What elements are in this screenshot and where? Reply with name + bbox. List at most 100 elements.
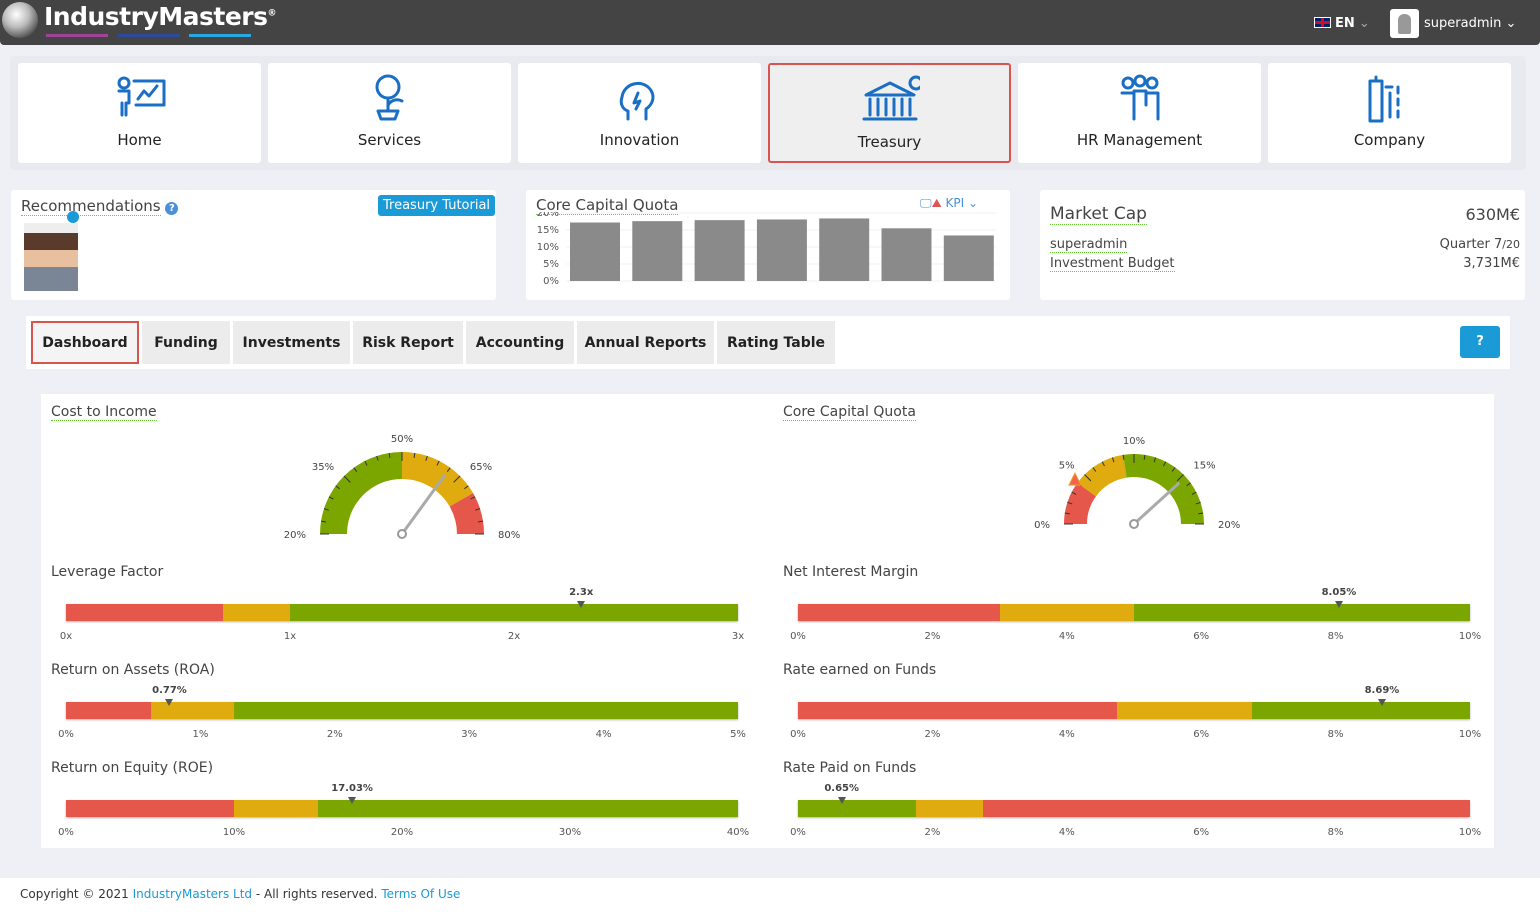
y-tick-label: 10% [537,242,559,253]
quarter: Quarter 7 [1439,237,1503,252]
tick-label: 6% [1193,827,1210,838]
user-menu[interactable]: superadmin ⌄ [1424,16,1516,31]
gauge-tick-label: 0% [1034,520,1050,531]
market-card: Market Cap 630M€ superadmin Quarter 7/20… [1040,190,1525,300]
footer: Copyright © 2021 IndustryMasters Ltd - A… [0,878,1540,912]
linear-gauge [798,702,1470,719]
metric-title: Return on Assets (ROA) [51,662,215,678]
logo[interactable]: IndustryMasters® [44,2,276,31]
y-tick-label: 5% [543,259,559,270]
linear-gauge [798,800,1470,817]
chevron-down-icon: ⌄ [1358,16,1370,31]
tab-annual-reports[interactable]: Annual Reports [577,321,714,364]
tick-label: 10% [222,827,246,838]
gauge: 0% 5% 10% 15% 20% [1034,436,1240,531]
nav-tile-label: Company [1353,131,1426,149]
advisor-portrait[interactable] [24,223,78,291]
nav-tile-innovation[interactable]: Innovation [518,63,761,163]
tab-funding[interactable]: Funding [142,321,230,364]
rights-text: - All rights reserved. [252,887,382,901]
monitor-icon: 🖵 [920,196,932,210]
value-marker [577,601,586,608]
nav-tile-hr-management[interactable]: HR Management [1018,63,1261,163]
avatar[interactable] [1390,9,1419,38]
value-label: 8.05% [1321,587,1357,598]
kpi-selector[interactable]: 🖵⛰ KPI ⌄ [920,196,978,211]
chart-icon: ⛰ [931,196,942,210]
recommendations-card: Recommendations ? Treasury Tutorial [11,190,496,300]
band-green [1251,702,1470,719]
tab-accounting[interactable]: Accounting [466,321,574,364]
logo-bar [118,34,180,37]
kpi-bar[interactable] [694,220,745,281]
band-green [1133,604,1470,621]
y-tick-label: 15% [537,225,559,236]
tick-label: 4% [1058,729,1075,740]
gauge-band-green [1123,454,1204,524]
tab-rating-table[interactable]: Rating Table [717,321,835,364]
terms-link[interactable]: Terms Of Use [381,887,460,901]
kpi-bar[interactable] [819,218,870,281]
band-yellow [234,800,318,817]
tick-label: 3x [731,631,745,642]
tick-label: 1% [192,729,209,740]
value-label: 0.77% [152,685,187,696]
language-selector[interactable]: EN ⌄ [1314,16,1370,31]
tab-risk-report[interactable]: Risk Report [353,321,463,364]
value-marker [1377,699,1386,706]
tick-label: 8% [1327,729,1344,740]
metric-title: Net Interest Margin [783,564,919,580]
tick-label: 30% [558,827,582,838]
help-button[interactable]: ? [1460,326,1500,358]
building-icon [1368,75,1399,123]
brand-name: IndustryMasters [44,2,268,31]
gauge-tick-label: 80% [498,530,520,541]
value-label: 0.65% [824,783,860,794]
value-marker [1334,601,1343,608]
nav-tile-label: HR Management [1076,131,1203,149]
gauge-needle [1132,482,1180,526]
help-icon[interactable]: ? [165,202,179,215]
tick-label: 10% [1458,631,1482,642]
gauge-title: Core Capital Quota [783,404,916,422]
value-label: 8.69% [1364,685,1400,696]
nav-tile-services[interactable]: Services [268,63,511,163]
band-red [798,702,1118,719]
band-red [66,604,223,621]
tick-label: 1x [283,631,297,642]
threshold-marker [1068,471,1082,486]
nav-tile-company[interactable]: Company [1268,63,1511,163]
band-yellow [150,702,234,719]
kpi-bar-chart: 20% 15% 10% 5% 0% [537,212,996,287]
treasury-tutorial-button[interactable]: Treasury Tutorial [378,195,496,216]
kpi-bar[interactable] [632,221,683,281]
uk-flag-icon [1314,17,1331,28]
nav-tile-treasury[interactable]: Treasury [768,63,1011,163]
tick-label: 2x [507,631,521,642]
username: superadmin [1424,16,1502,31]
tab-investments[interactable]: Investments [233,321,350,364]
tick-label: 2% [924,827,941,838]
registered-mark: ® [267,8,277,19]
gauge-tick-label: 35% [312,462,334,473]
gauge-tick-label: 50% [391,434,413,445]
nav-tile-home[interactable]: Home [18,63,261,163]
kpi-bar[interactable] [570,222,620,281]
metric-title: Return on Equity (ROE) [51,760,214,776]
gauge-pivot [397,529,407,539]
tab-dashboard[interactable]: Dashboard [31,321,139,364]
kpi-bar[interactable] [756,219,807,281]
kpi-bar[interactable] [943,235,994,281]
company-link[interactable]: IndustryMasters Ltd [133,887,252,901]
tick-label: 0% [790,827,806,838]
logo-bar [46,34,108,37]
people-icon [1120,74,1159,121]
tick-label: 0% [58,827,74,838]
gauge-tick-label: 20% [284,530,306,541]
metric-title: Leverage Factor [51,564,164,580]
kpi-bar[interactable] [881,228,932,281]
band-green [233,702,738,719]
nav-tile-label: Treasury [857,133,922,151]
linear-gauge [66,604,738,621]
value-marker [165,699,174,706]
